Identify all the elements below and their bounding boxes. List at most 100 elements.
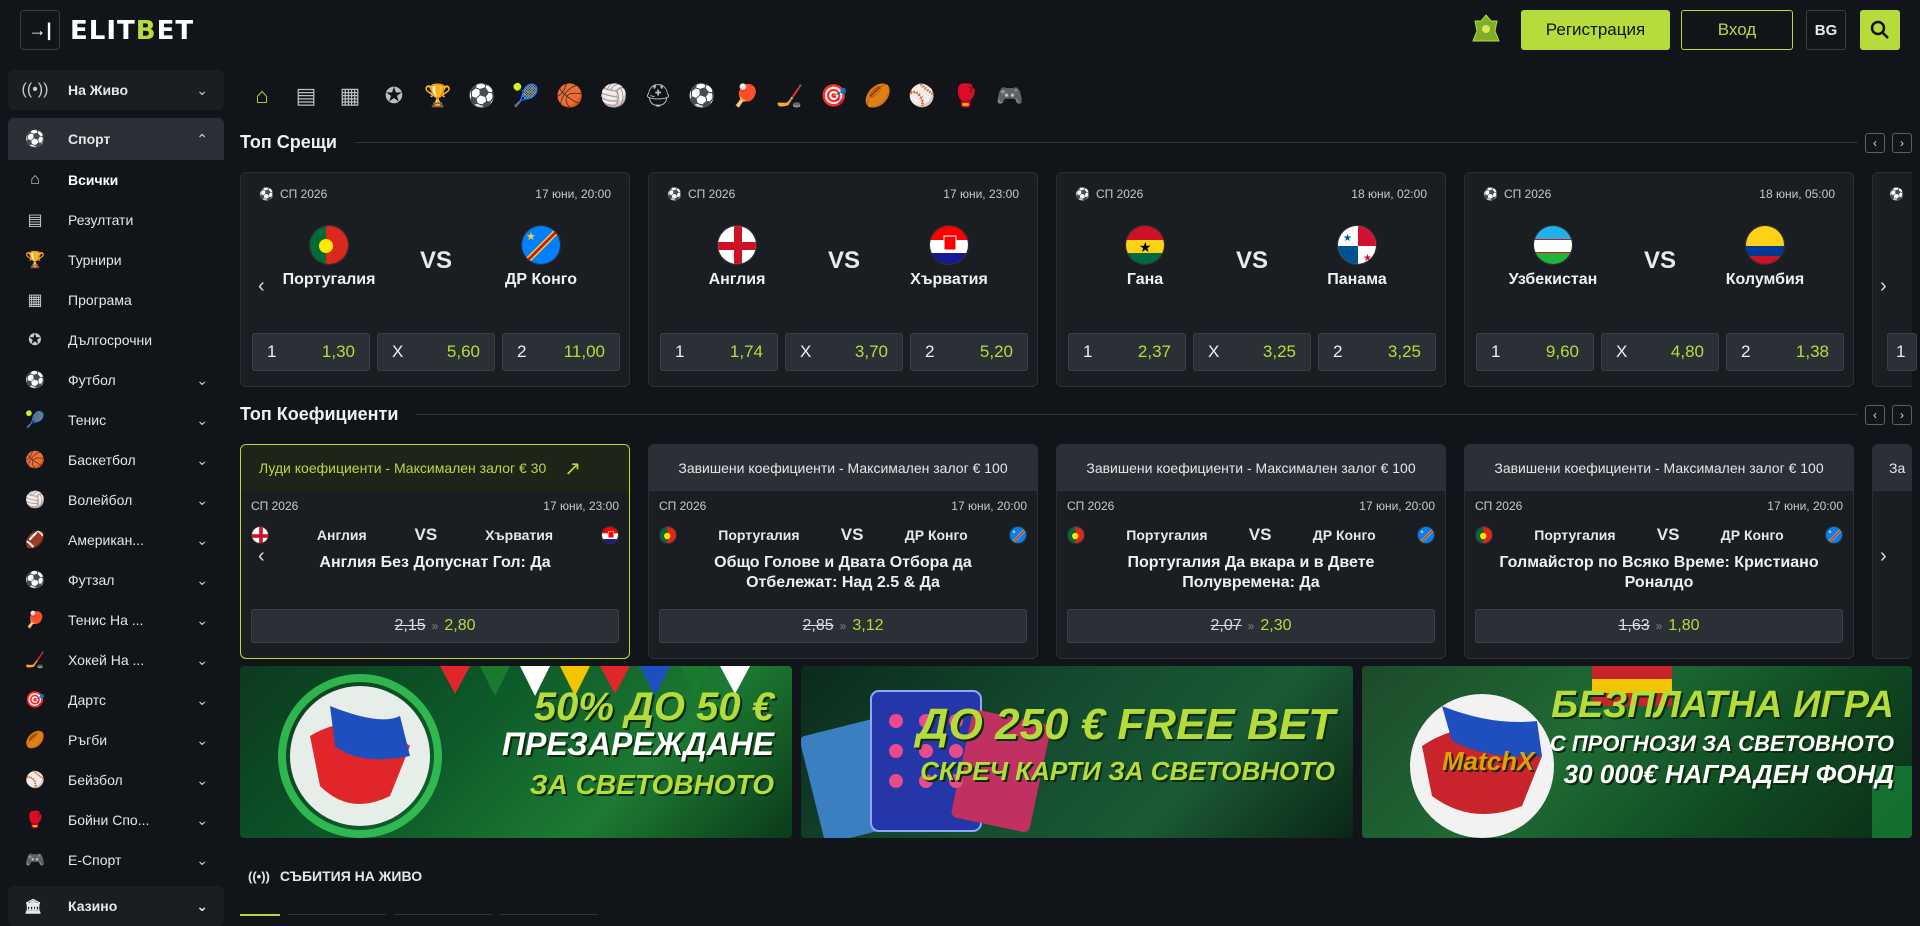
match-card[interactable]: ⚽ СП 2026 18 юни, 05:00 Узбекистан VS Колумби… [1464,172,1854,387]
chevron-down-icon[interactable]: ⌄ [196,692,208,709]
chevron-down-icon[interactable]: ⌄ [196,532,208,549]
chevron-down-icon[interactable]: ⌄ [196,572,208,589]
boosted-odds-button[interactable]: 1,63 » 1,80 [1475,609,1843,643]
sidebar-item-volleyball[interactable]: 🏐 Волейбол ⌄ [8,480,224,520]
soccer-ball-icon[interactable]: ⚽ [460,76,504,116]
sidebar-item-darts[interactable]: 🎯 Дартс ⌄ [8,680,224,720]
chevron-down-icon[interactable]: ⌄ [196,452,208,469]
sidebar-item-esports[interactable]: 🎮 Е-Спорт ⌄ [8,840,224,880]
carousel-prev-icon[interactable]: ‹ [258,275,265,298]
futsal-icon[interactable]: ⚽ [680,76,724,116]
offer-card[interactable]: Завишени коефициенти - Максимален залог … [1056,444,1446,659]
offer-card-partial[interactable]: За [1872,444,1912,659]
boosted-odds-button[interactable]: 2,07 » 2,30 [1067,609,1435,643]
table-tennis-icon[interactable]: 🏓 [724,76,768,116]
tab-active[interactable] [240,914,280,919]
offer-card[interactable]: Луди коефициенти - Максимален залог € 30… [240,444,630,659]
match-card[interactable]: ⚽ СП 2026 17 юни, 20:00 Португалия VS ★ ДР Кон… [240,172,630,387]
odds-button-home[interactable]: 1 9,60 [1476,333,1594,371]
darts-icon[interactable]: 🎯 [812,76,856,116]
boxing-icon[interactable]: 🥊 [944,76,988,116]
boosted-odds-button[interactable]: 2,15 » 2,80 [251,609,619,643]
sidebar-item-outrights[interactable]: ✪ Дългосрочни [8,320,224,360]
gamepad-icon[interactable]: 🎮 [988,76,1032,116]
chevron-down-icon[interactable]: ⌄ [196,372,208,389]
chevron-down-icon[interactable]: ⌄ [196,812,208,829]
chevron-down-icon[interactable]: ⌄ [196,898,208,915]
hockey-icon[interactable]: 🏒 [768,76,812,116]
sidebar-item-casino[interactable]: 🏛 Казино ⌄ [8,886,224,926]
sidebar-item-futsal[interactable]: ⚽ Футзал ⌄ [8,560,224,600]
tab[interactable] [394,914,492,919]
sidebar-item-basketball[interactable]: 🏀 Баскетбол ⌄ [8,440,224,480]
carousel-next-icon[interactable]: › [1880,545,1887,568]
sidebar-item-tournaments[interactable]: 🏆 Турнири [8,240,224,280]
sidebar-item-schedule[interactable]: ▦ Програма [8,280,224,320]
logo[interactable]: ELITBET [70,16,194,46]
odds-button-draw[interactable]: X 3,25 [1193,333,1311,371]
trophy-icon[interactable] [1466,10,1506,50]
register-button[interactable]: Регистрация [1521,10,1670,50]
next-button[interactable]: › [1892,132,1912,153]
odds-button-away[interactable]: 2 3,25 [1318,333,1436,371]
chevron-down-icon[interactable]: ⌄ [196,612,208,629]
sidebar-item-all[interactable]: ⌂ Всички [8,160,224,200]
search-button[interactable] [1860,10,1900,50]
sidebar-item-table-tennis[interactable]: 🏓 Тенис На ... ⌄ [8,600,224,640]
odds-button-home[interactable]: 1 1,74 [660,333,778,371]
sidebar-item-tennis[interactable]: 🎾 Тенис ⌄ [8,400,224,440]
logo-icon[interactable]: →| [20,10,60,50]
award-icon[interactable]: ✪ [372,76,416,116]
volleyball-icon[interactable]: 🏐 [592,76,636,116]
chevron-down-icon[interactable]: ⌄ [196,852,208,869]
odds-button-away[interactable]: 2 11,00 [502,333,620,371]
prev-button[interactable]: ‹ [1865,404,1885,425]
odds-button-home[interactable]: 1 2,37 [1068,333,1186,371]
chevron-up-icon[interactable]: ⌃ [196,131,208,148]
offer-card[interactable]: Завишени коефициенти - Максимален залог … [648,444,1038,659]
chevron-down-icon[interactable]: ⌄ [196,82,208,99]
odds-button-home[interactable]: 1 1,30 [252,333,370,371]
banner-reload[interactable]: 50% ДО 50 € ПРЕЗАРЕЖДАНЕ ЗА СВЕТОВНОТО [240,666,792,838]
prev-button[interactable]: ‹ [1865,132,1885,153]
chevron-down-icon[interactable]: ⌄ [196,732,208,749]
chevron-down-icon[interactable]: ⌄ [196,772,208,789]
banner-free-bet[interactable]: ДО 250 € FREE BET СКРЕЧ КАРТИ ЗА СВЕТОВН… [801,666,1353,838]
odds-button-away[interactable]: 2 5,20 [910,333,1028,371]
tennis-icon[interactable]: 🎾 [504,76,548,116]
chevron-down-icon[interactable]: ⌄ [196,652,208,669]
carousel-prev-icon[interactable]: ‹ [258,545,265,568]
results-icon[interactable]: ▤ [284,76,328,116]
match-card-partial[interactable]: ⚽ 1 [1872,172,1917,387]
boosted-odds-button[interactable]: 2,85 » 3,12 [659,609,1027,643]
sidebar-item-ice-hockey[interactable]: 🏒 Хокей На ... ⌄ [8,640,224,680]
rugby-icon[interactable]: 🏉 [856,76,900,116]
football-helmet-icon[interactable]: ⛑ [636,76,680,116]
match-card[interactable]: ⚽ СП 2026 18 юни, 02:00 ★ Гана VS ★ ★ Панама 1 2,3… [1056,172,1446,387]
chevron-down-icon[interactable]: ⌄ [196,412,208,429]
sidebar-item-results[interactable]: ▤ Резултати [8,200,224,240]
odds-button-draw[interactable]: X 4,80 [1601,333,1719,371]
odds-button-partial[interactable]: 1 [1887,333,1917,371]
odds-button-away[interactable]: 2 1,38 [1726,333,1844,371]
chevron-down-icon[interactable]: ⌄ [196,492,208,509]
baseball-icon[interactable]: ⚾ [900,76,944,116]
language-button[interactable]: BG [1806,10,1846,50]
sidebar-item-martial-arts[interactable]: 🥊 Бойни Спо... ⌄ [8,800,224,840]
offer-card[interactable]: Завишени коефициенти - Максимален залог … [1464,444,1854,659]
sidebar-item-rugby[interactable]: 🏉 Ръгби ⌄ [8,720,224,760]
tab[interactable] [500,914,598,919]
banner-free-game[interactable]: MatchX БЕЗПЛАТНА ИГРА С ПРОГНОЗИ ЗА СВЕТ… [1362,666,1912,838]
sidebar-item-american-football[interactable]: 🏈 Американ... ⌄ [8,520,224,560]
login-button[interactable]: Вход [1681,10,1793,50]
trophy-icon[interactable]: 🏆 [416,76,460,116]
sidebar-item-baseball[interactable]: ⚾ Бейзбол ⌄ [8,760,224,800]
sidebar-item-sport[interactable]: ⚽ Спорт ⌃ [8,118,224,160]
sidebar-item-live[interactable]: ((•)) На Живо ⌄ [8,70,224,110]
sidebar-item-football[interactable]: ⚽ Футбол ⌄ [8,360,224,400]
match-card[interactable]: ⚽ СП 2026 17 юни, 23:00 Англия VS Хърватия 1 1,… [648,172,1038,387]
calendar-icon[interactable]: ▦ [328,76,372,116]
odds-button-draw[interactable]: X 3,70 [785,333,903,371]
tab[interactable] [288,914,386,919]
basketball-icon[interactable]: 🏀 [548,76,592,116]
